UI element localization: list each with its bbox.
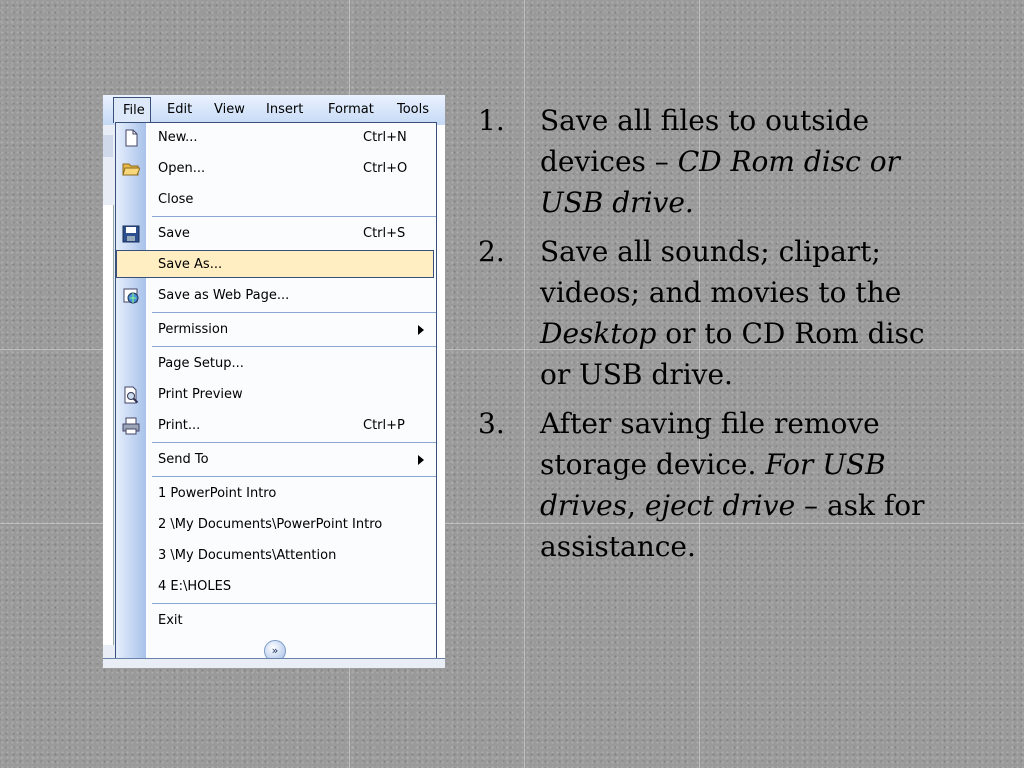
- menu-item-recent-file[interactable]: 1 PowerPoint Intro: [116, 479, 436, 509]
- menu-item-open[interactable]: Open... Ctrl+O: [116, 154, 436, 184]
- list-item: 2. Save all sounds; clipart; videos; and …: [478, 231, 948, 395]
- submenu-arrow-icon: [418, 455, 424, 465]
- list-number: 3.: [478, 407, 505, 440]
- menu-item-recent-file[interactable]: 4 E:\HOLES: [116, 572, 436, 602]
- menu-item-send-to[interactable]: Send To: [116, 445, 436, 475]
- file-menu-screenshot: File Edit View Insert Format Tools New..…: [103, 95, 445, 668]
- web-page-icon: [122, 287, 140, 305]
- menu-item-save[interactable]: Save Ctrl+S: [116, 219, 436, 249]
- menu-edit[interactable]: Edit: [167, 102, 192, 117]
- list-text: eject drive: [644, 489, 796, 522]
- list-number: 1.: [478, 104, 505, 137]
- menu-separator: [152, 216, 436, 217]
- list-number: 2.: [478, 235, 505, 268]
- menu-separator: [152, 476, 436, 477]
- menu-file[interactable]: File: [113, 97, 151, 123]
- print-preview-icon: [122, 386, 140, 404]
- menu-item-print-preview[interactable]: Print Preview: [116, 380, 436, 410]
- menu-item-print[interactable]: Print... Ctrl+P: [116, 411, 436, 441]
- menu-item-recent-file[interactable]: 2 \My Documents\PowerPoint Intro: [116, 510, 436, 540]
- menu-format[interactable]: Format: [328, 102, 374, 117]
- new-document-icon: [122, 129, 140, 147]
- printer-icon: [122, 417, 140, 435]
- menu-separator: [152, 312, 436, 313]
- floppy-disk-icon: [122, 225, 140, 243]
- menu-item-exit[interactable]: Exit: [116, 606, 436, 636]
- menu-item-page-setup[interactable]: Page Setup...: [116, 349, 436, 379]
- menu-insert[interactable]: Insert: [266, 102, 303, 117]
- list-item: 3. After saving file remove storage devic…: [478, 403, 948, 567]
- menu-item-save-as-web-page[interactable]: Save as Web Page...: [116, 281, 436, 311]
- menu-item-permission[interactable]: Permission: [116, 315, 436, 345]
- window-fragment: [103, 125, 115, 668]
- menu-tools[interactable]: Tools: [397, 102, 429, 117]
- menu-item-recent-file[interactable]: 3 \My Documents\Attention: [116, 541, 436, 571]
- menu-separator: [152, 442, 436, 443]
- list-text: Save all sounds; clipart; videos; and mo…: [540, 235, 902, 309]
- list-text: Desktop: [540, 317, 657, 350]
- file-dropdown-menu: New... Ctrl+N Open... Ctrl+O Close Save …: [115, 122, 437, 663]
- menu-bar: File Edit View Insert Format Tools: [103, 95, 445, 125]
- menu-separator: [152, 346, 436, 347]
- instruction-list: 1. Save all files to outside devices – CD…: [478, 100, 948, 575]
- list-text: ,: [627, 489, 645, 522]
- menu-item-new[interactable]: New... Ctrl+N: [116, 123, 436, 153]
- submenu-arrow-icon: [418, 325, 424, 335]
- menu-view[interactable]: View: [214, 102, 245, 117]
- open-folder-icon: [122, 160, 141, 178]
- list-item: 1. Save all files to outside devices – CD…: [478, 100, 948, 223]
- menu-item-close[interactable]: Close: [116, 185, 436, 215]
- menu-item-save-as[interactable]: Save As...: [116, 250, 436, 280]
- menu-separator: [152, 603, 436, 604]
- window-fragment: [103, 658, 445, 668]
